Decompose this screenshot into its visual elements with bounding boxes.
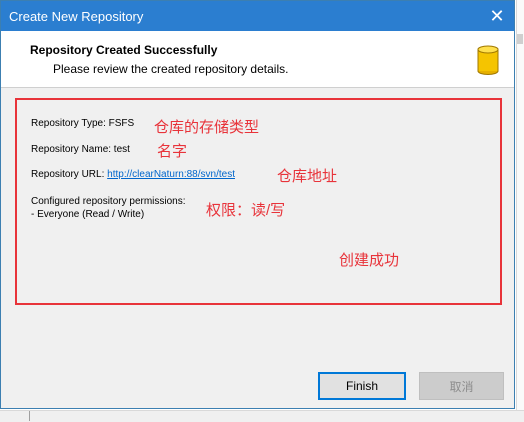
annotation-success: 创建成功 xyxy=(339,252,400,269)
background-scroll-mark xyxy=(517,34,523,44)
database-icon xyxy=(477,45,499,75)
annotation-type: 仓库的存储类型 xyxy=(154,119,260,136)
repository-url-label: Repository URL: xyxy=(31,169,108,180)
dialog-title: Create New Repository xyxy=(9,9,144,24)
cancel-button[interactable]: 取消 xyxy=(419,372,504,400)
close-icon: ✕ xyxy=(489,5,505,26)
background-window-edge xyxy=(516,0,524,421)
dialog-titlebar: Create New Repository ✕ xyxy=(1,1,514,31)
repository-name: Repository Name: test xyxy=(31,144,130,155)
annotation-name: 名字 xyxy=(157,143,188,160)
finish-button[interactable]: Finish xyxy=(318,372,406,400)
repository-url-link[interactable]: http://clearNaturn:88/svn/test xyxy=(107,169,235,180)
permissions-title: Configured repository permissions: xyxy=(31,196,186,207)
annotation-url: 仓库地址 xyxy=(277,168,338,185)
background-divider xyxy=(29,411,30,421)
repository-url-row: Repository URL: http://clearNaturn:88/sv… xyxy=(31,169,235,180)
close-button[interactable]: ✕ xyxy=(480,1,514,31)
header-title: Repository Created Successfully xyxy=(30,43,218,57)
create-repository-dialog: Create New Repository ✕ Repository Creat… xyxy=(0,0,515,409)
annotation-permissions: 权限：读/写 xyxy=(206,202,286,219)
header-subtitle: Please review the created repository det… xyxy=(53,62,289,76)
wizard-header: Repository Created Successfully Please r… xyxy=(1,31,514,88)
repository-type: Repository Type: FSFS xyxy=(31,118,135,129)
background-window-bottom xyxy=(0,410,524,422)
permissions-value: - Everyone (Read / Write) xyxy=(31,209,145,220)
